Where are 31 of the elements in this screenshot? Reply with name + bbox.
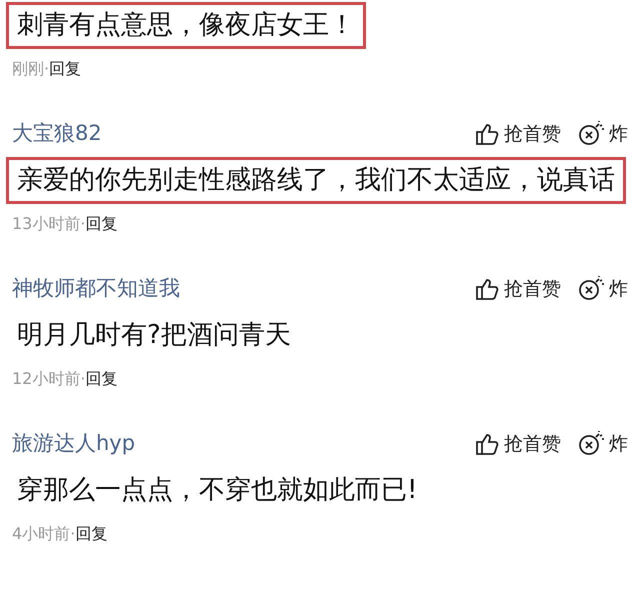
bomb-button[interactable]: 炸: [577, 274, 628, 304]
comment-text: 刺青有点意思，像夜店女王！: [6, 2, 366, 49]
author-name[interactable]: 神牧师都不知道我: [12, 273, 180, 305]
bomb-button[interactable]: 炸: [577, 430, 628, 458]
separator-dot: ·: [80, 368, 86, 390]
comment-text: 穿那么一点点，不穿也就如此而已!: [16, 474, 418, 507]
thumbs-up-icon: [474, 431, 500, 457]
comment-text: 明月几时有?把酒问青天: [16, 319, 292, 352]
separator-dot: ·: [44, 58, 50, 80]
author-name[interactable]: 旅游达人hyp: [12, 428, 136, 460]
comment-text: 亲爱的你先别走性感路线了，我们不太适应，说真话: [6, 157, 626, 204]
bomb-icon: [577, 276, 605, 302]
like-button[interactable]: 抢首赞: [474, 430, 561, 458]
timestamp: 13小时前: [12, 213, 80, 235]
timestamp: 刚刚: [12, 58, 44, 80]
bomb-icon: [577, 431, 605, 457]
like-button[interactable]: 抢首赞: [474, 120, 561, 148]
reply-link[interactable]: 回复: [85, 212, 118, 236]
separator-dot: ·: [80, 213, 86, 235]
like-button[interactable]: 抢首赞: [474, 274, 561, 304]
thumbs-up-icon: [474, 276, 500, 302]
reply-link[interactable]: 回复: [49, 57, 82, 81]
bomb-button[interactable]: 炸: [577, 120, 628, 148]
thumbs-up-icon: [474, 121, 500, 147]
reply-link[interactable]: 回复: [85, 367, 118, 391]
timestamp: 12小时前: [12, 368, 80, 390]
reply-link[interactable]: 回复: [75, 522, 108, 546]
timestamp: 4小时前: [12, 523, 70, 545]
bomb-icon: [577, 121, 605, 147]
author-name[interactable]: 大宝狼82: [12, 118, 102, 150]
separator-dot: ·: [70, 523, 76, 545]
